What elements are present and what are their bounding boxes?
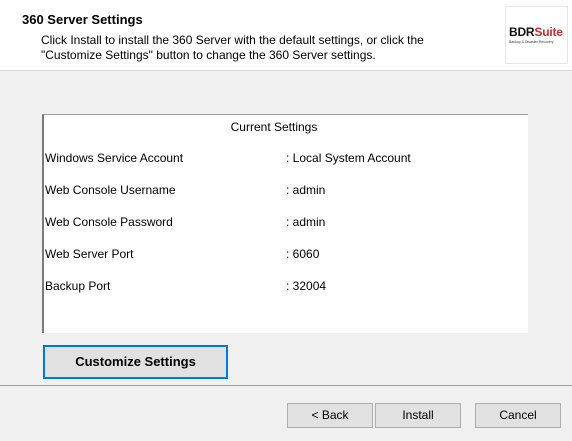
customize-settings-button[interactable]: Customize Settings [43, 345, 228, 379]
description-line-2: "Customize Settings" button to change th… [41, 48, 376, 62]
setting-value-web-server-port: : 6060 [286, 247, 320, 261]
setting-label-web-server-port: Web Server Port [45, 247, 134, 261]
page-description: Click Install to install the 360 Server … [41, 33, 481, 63]
setting-value-service-account: : Local System Account [286, 151, 411, 165]
logo-wordmark: BDRSuite [509, 25, 563, 39]
settings-title: Current Settings [230, 120, 318, 134]
current-settings-box: Current Settings Windows Service Account… [42, 114, 528, 333]
setting-label-service-account: Windows Service Account [45, 151, 184, 165]
logo-tagline: Backup & Disaster Recovery [509, 40, 554, 44]
description-line-1: Click Install to install the 360 Server … [41, 33, 424, 47]
page-title: 360 Server Settings [22, 12, 143, 27]
bdrsuite-logo: BDRSuite Backup & Disaster Recovery [505, 6, 568, 64]
setting-label-backup-port: Backup Port [45, 279, 111, 293]
footer-divider [0, 385, 572, 386]
setting-value-console-username: : admin [286, 183, 326, 197]
setting-value-console-password: : admin [286, 215, 326, 229]
install-button[interactable]: Install [375, 403, 461, 428]
back-button[interactable]: < Back [287, 403, 373, 428]
setting-label-console-username: Web Console Username [45, 183, 176, 197]
cancel-button[interactable]: Cancel [475, 403, 561, 428]
setting-label-console-password: Web Console Password [45, 215, 173, 229]
header-panel: 360 Server Settings Click Install to ins… [0, 0, 572, 71]
setting-value-backup-port: : 32004 [286, 279, 327, 293]
